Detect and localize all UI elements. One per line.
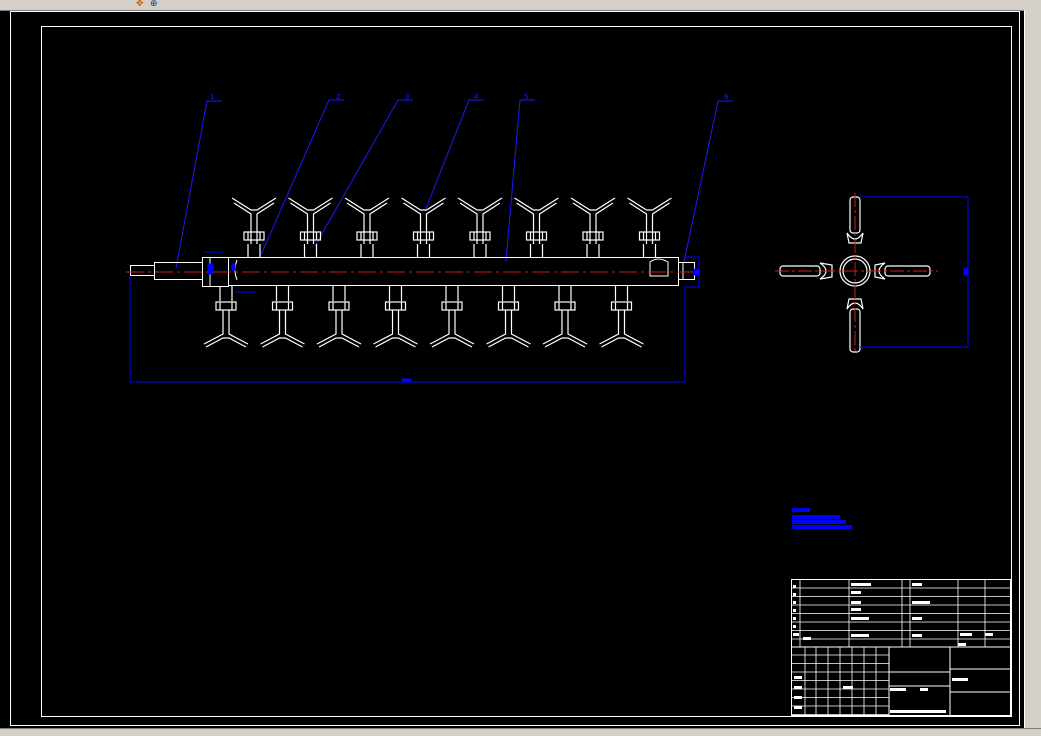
upper-arm xyxy=(344,197,390,257)
lower-arm xyxy=(429,286,475,348)
balloon-4: 4 xyxy=(474,93,479,101)
title-block-text xyxy=(793,583,993,713)
side-view-dimensions xyxy=(860,196,969,348)
lower-arm xyxy=(599,286,644,348)
part-leaders xyxy=(175,99,733,269)
lower-arm xyxy=(316,286,362,348)
title-block xyxy=(791,579,1011,716)
upper-arms xyxy=(231,197,672,257)
side-view-centerlines xyxy=(775,193,938,354)
upper-arm xyxy=(231,197,277,257)
technical-notes xyxy=(792,508,852,529)
upper-arm xyxy=(570,197,616,257)
zoom-icon[interactable]: ⊕ xyxy=(150,0,158,9)
upper-arm xyxy=(457,197,503,257)
pan-icon[interactable]: ✥ xyxy=(136,0,144,9)
lower-arm xyxy=(542,286,588,348)
balloon-1: 1 xyxy=(210,93,214,101)
balloon-6: 6 xyxy=(724,93,729,101)
balloon-2: 2 xyxy=(336,93,340,101)
upper-arm xyxy=(627,197,672,257)
title-block-grid xyxy=(791,580,1011,716)
lower-arm xyxy=(486,286,531,348)
upper-arm xyxy=(514,197,559,257)
vertical-scrollbar[interactable] xyxy=(1024,10,1041,728)
balloon-5: 5 xyxy=(524,93,528,101)
upper-arm xyxy=(401,197,446,257)
balloon-3: 3 xyxy=(405,93,409,101)
lower-arm xyxy=(203,286,249,348)
lower-arm xyxy=(260,286,305,348)
cad-drawing-canvas[interactable]: 1 2 3 4 5 6 xyxy=(0,10,1024,728)
lower-arm xyxy=(373,286,418,348)
lower-arms xyxy=(203,286,644,348)
